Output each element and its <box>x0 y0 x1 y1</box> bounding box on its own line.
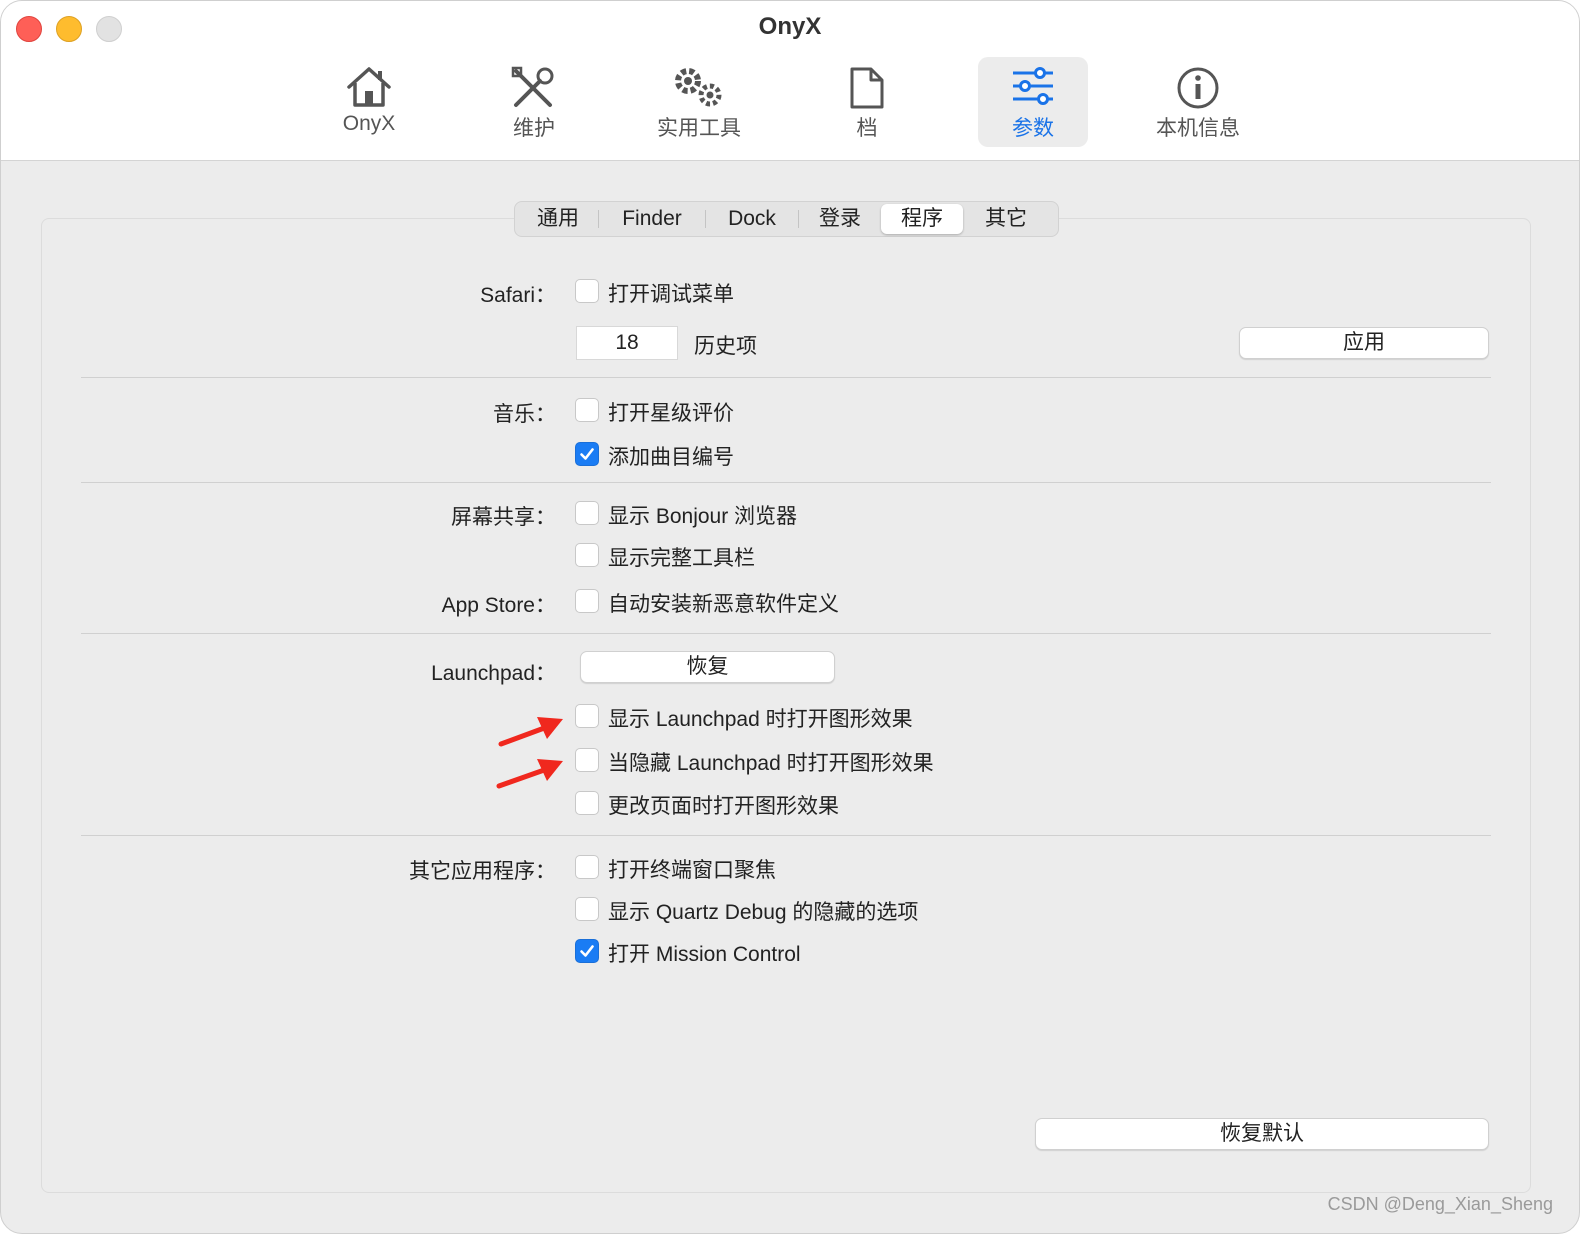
toolbar-label: 实用工具 <box>657 117 741 140</box>
safari-debug-menu-label: 打开调试菜单 <box>608 283 734 306</box>
toolbar-item-info[interactable]: 本机信息 <box>1143 57 1253 147</box>
toolbar-item-files[interactable]: 档 <box>812 57 922 147</box>
checkmark-icon <box>580 448 594 460</box>
section-divider <box>81 377 1491 378</box>
terminal-focus-label: 打开终端窗口聚焦 <box>608 859 776 882</box>
hide-launchpad-effect-checkbox[interactable] <box>575 748 599 772</box>
watermark: CSDN @Deng_Xian_Sheng <box>1327 1194 1553 1214</box>
music-label: 音乐： <box>493 403 556 426</box>
toolbar-item-parameters[interactable]: 参数 <box>978 57 1088 147</box>
page-change-effect-label: 更改页面时打开图形效果 <box>608 795 839 818</box>
full-toolbar-checkbox[interactable] <box>575 543 599 567</box>
quartz-debug-checkbox[interactable] <box>575 897 599 921</box>
safari-label: Safari： <box>480 284 556 307</box>
section-divider <box>81 835 1491 836</box>
track-numbers-label: 添加曲目编号 <box>608 446 734 469</box>
show-launchpad-effect-checkbox[interactable] <box>575 704 599 728</box>
tab-login[interactable]: 登录 <box>799 204 881 234</box>
toolbar-item-maintenance[interactable]: 维护 <box>479 57 589 147</box>
tools-icon <box>511 66 554 107</box>
tab-general[interactable]: 通用 <box>518 204 598 234</box>
history-items-input[interactable]: 18 <box>576 326 678 360</box>
launchpad-reset-button[interactable]: 恢复 <box>580 651 835 683</box>
terminal-focus-checkbox[interactable] <box>575 855 599 879</box>
document-icon <box>850 67 884 109</box>
toolbar-label: 参数 <box>1012 117 1054 140</box>
full-toolbar-label: 显示完整工具栏 <box>608 547 755 570</box>
window-title: OnyX <box>758 13 822 40</box>
annotation-arrow-icon <box>498 717 563 747</box>
apply-button[interactable]: 应用 <box>1239 327 1489 359</box>
toolbar-item-onyx[interactable]: OnyX <box>314 57 424 147</box>
track-numbers-checkbox[interactable] <box>575 442 599 466</box>
star-rating-label: 打开星级评价 <box>608 402 734 425</box>
toolbar-label: 维护 <box>513 117 555 140</box>
quartz-debug-label: 显示 Quartz Debug 的隐藏的选项 <box>608 901 919 924</box>
auto-malware-label: 自动安装新恶意软件定义 <box>608 593 839 616</box>
onyx-window: OnyX OnyX 维护 实用工具 档 参数 本机信息 通用 Finder Do… <box>0 0 1580 1234</box>
gears-icon <box>675 68 722 107</box>
tab-finder[interactable]: Finder <box>599 204 705 234</box>
toolbar-label: OnyX <box>342 112 396 135</box>
section-divider <box>81 482 1491 483</box>
restore-defaults-button[interactable]: 恢复默认 <box>1035 1118 1489 1150</box>
tab-other[interactable]: 其它 <box>963 204 1049 234</box>
tab-applications[interactable]: 程序 <box>881 204 963 234</box>
hide-launchpad-effect-label: 当隐藏 Launchpad 时打开图形效果 <box>608 752 934 775</box>
toolbar-label: 档 <box>856 117 878 140</box>
sliders-icon <box>1013 67 1053 105</box>
history-items-label: 历史项 <box>694 335 757 358</box>
info-icon <box>1177 67 1219 109</box>
section-divider <box>81 633 1491 634</box>
checkmark-icon <box>580 945 594 957</box>
page-change-effect-checkbox[interactable] <box>575 791 599 815</box>
mission-control-checkbox[interactable] <box>575 939 599 963</box>
titlebar: OnyX OnyX 维护 实用工具 档 参数 本机信息 <box>1 1 1579 161</box>
house-icon <box>347 67 391 107</box>
auto-malware-checkbox[interactable] <box>575 589 599 613</box>
show-launchpad-effect-label: 显示 Launchpad 时打开图形效果 <box>608 708 913 731</box>
bonjour-browser-checkbox[interactable] <box>575 501 599 525</box>
safari-debug-menu-checkbox[interactable] <box>575 279 599 303</box>
screen-sharing-label: 屏幕共享： <box>451 506 556 529</box>
tab-dock[interactable]: Dock <box>706 204 798 234</box>
tab-bar: 通用 Finder Dock 登录 程序 其它 <box>514 201 1059 237</box>
toolbar-item-utilities[interactable]: 实用工具 <box>644 57 754 147</box>
launchpad-label: Launchpad： <box>431 662 556 685</box>
other-apps-label: 其它应用程序： <box>409 860 556 883</box>
star-rating-checkbox[interactable] <box>575 398 599 422</box>
bonjour-browser-label: 显示 Bonjour 浏览器 <box>608 505 798 528</box>
toolbar-label: 本机信息 <box>1156 117 1240 140</box>
app-store-label: App Store： <box>441 594 556 617</box>
annotation-arrow-icon <box>496 759 563 789</box>
mission-control-label: 打开 Mission Control <box>608 943 801 966</box>
